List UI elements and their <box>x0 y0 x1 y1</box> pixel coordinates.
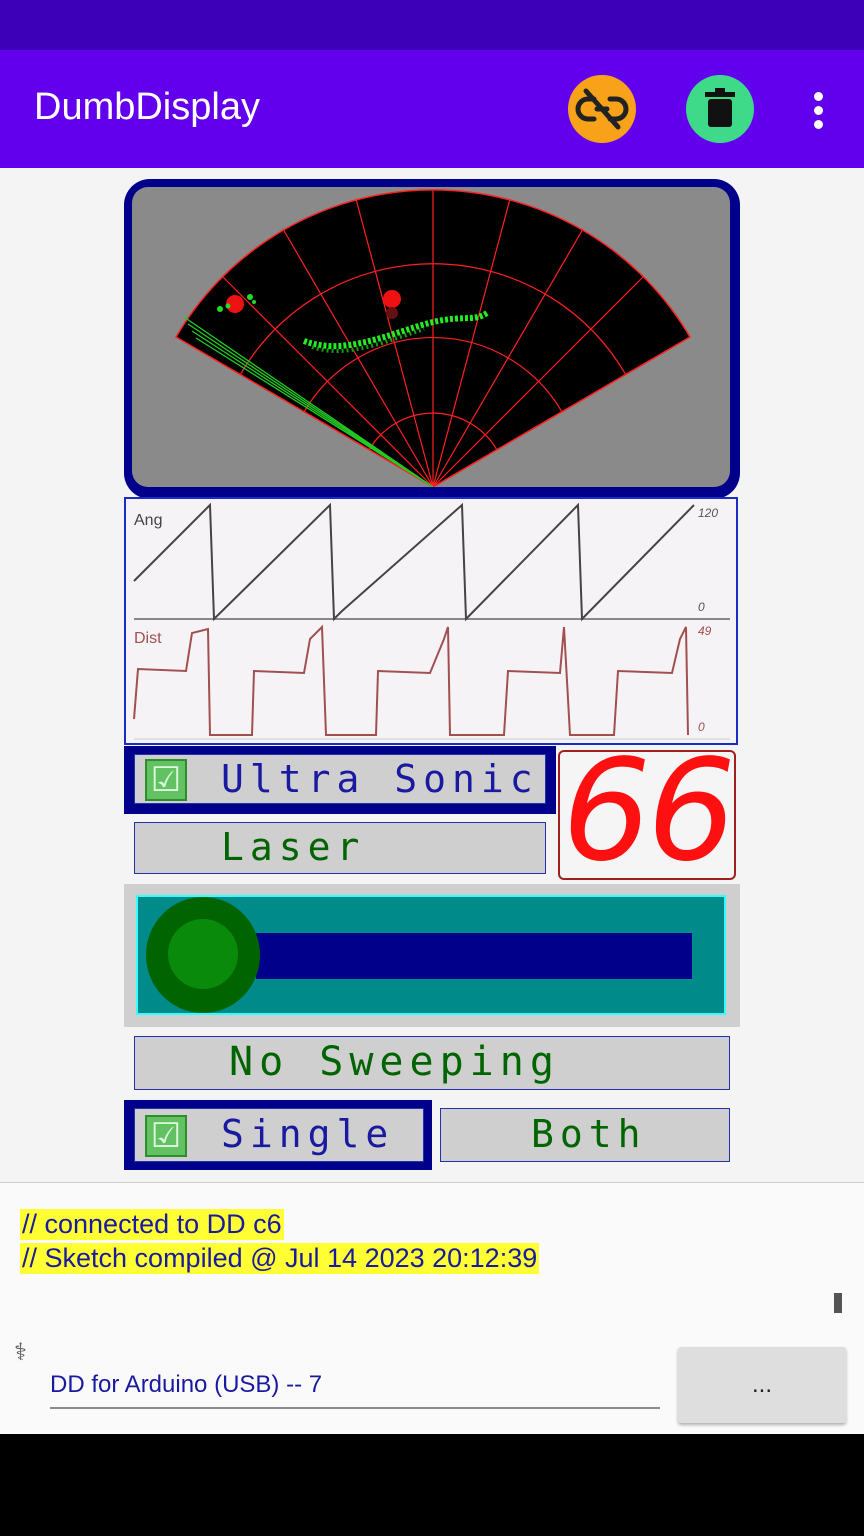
layers-area: Ang 120 0 Dist 49 0 ☑ Ultra Sonic Laser … <box>0 168 864 1182</box>
single-button[interactable]: ☑ Single <box>134 1108 424 1162</box>
app-bar: DumbDisplay <box>0 50 864 168</box>
unlink-button[interactable] <box>568 75 636 143</box>
connection-field[interactable]: DD for Arduino (USB) -- 7 <box>50 1371 660 1409</box>
angle-plot-max: 120 <box>698 506 718 520</box>
usb-icon: ⚕ <box>14 1339 27 1366</box>
both-label: Both <box>531 1112 647 1156</box>
angle-plot-label: Ang <box>134 512 162 529</box>
checkbox-checked-icon: ☑ <box>145 1115 187 1157</box>
laser-button[interactable]: Laser <box>134 822 546 874</box>
connection-more-button[interactable]: ... <box>678 1347 846 1423</box>
navigation-bar <box>0 1434 864 1536</box>
ultrasonic-label: Ultra Sonic <box>221 757 539 801</box>
radar-panel <box>124 179 740 499</box>
log-panel: // connected to DD c6 // Sketch compiled… <box>0 1182 864 1435</box>
both-button[interactable]: Both <box>440 1108 730 1162</box>
sweep-button[interactable]: No Sweeping <box>134 1036 730 1090</box>
single-label: Single <box>221 1112 395 1156</box>
seven-segment-display: 66 <box>558 732 736 892</box>
log-scrollbar[interactable] <box>834 1293 842 1313</box>
seven-segment-value: 66 <box>562 730 736 893</box>
angle-plot-min: 0 <box>698 600 705 614</box>
more-vert-icon[interactable] <box>806 90 830 130</box>
slider-panel <box>124 884 740 1027</box>
radar-graphic <box>174 189 692 487</box>
slider-knob[interactable] <box>146 897 260 1013</box>
status-bar <box>0 0 864 50</box>
distance-plot-label: Dist <box>134 630 162 647</box>
plotter-panel: Ang 120 0 Dist 49 0 <box>124 497 738 745</box>
link-off-icon <box>575 88 629 130</box>
app-title: DumbDisplay <box>34 86 260 128</box>
ultrasonic-button[interactable]: ☑ Ultra Sonic <box>134 754 546 804</box>
log-line: // Sketch compiled @ Jul 14 2023 20:12:3… <box>20 1243 540 1274</box>
laser-label: Laser <box>221 825 366 869</box>
clear-button[interactable] <box>686 75 754 143</box>
slider-track[interactable] <box>256 933 692 979</box>
sweep-label: No Sweeping <box>229 1039 560 1085</box>
log-line: // connected to DD c6 <box>20 1209 284 1240</box>
trash-icon <box>705 88 735 127</box>
checkbox-checked-icon: ☑ <box>145 759 187 801</box>
plotter-graphic: Ang 120 0 Dist 49 0 <box>133 502 730 740</box>
distance-plot-max: 49 <box>698 624 712 638</box>
